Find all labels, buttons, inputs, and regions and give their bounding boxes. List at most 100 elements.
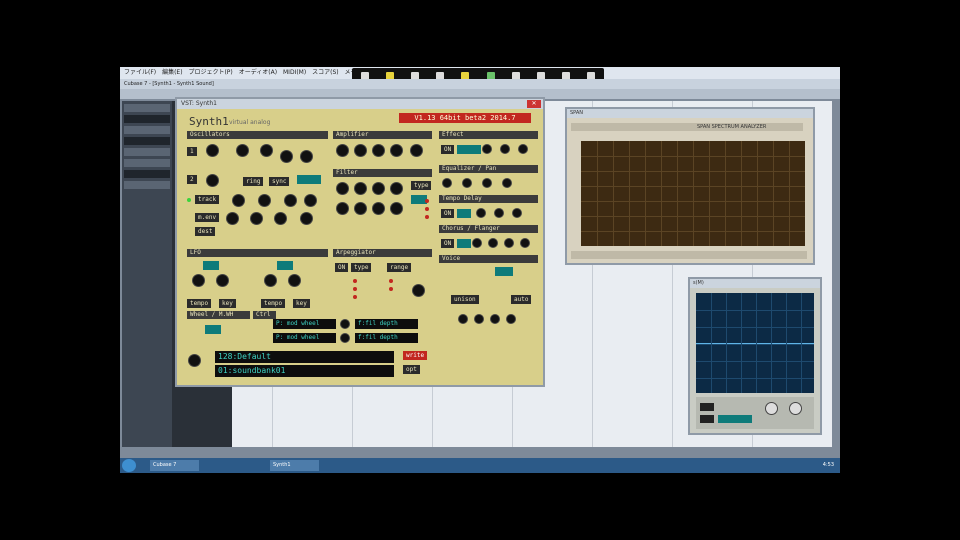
menu-midi[interactable]: MIDI(M) bbox=[283, 69, 306, 76]
eq-knob[interactable] bbox=[503, 179, 511, 187]
osc-knob[interactable] bbox=[207, 145, 218, 156]
arp-on-button[interactable]: ON bbox=[335, 263, 349, 272]
menu-project[interactable]: プロジェクト(P) bbox=[188, 69, 232, 76]
inspector-row[interactable] bbox=[124, 181, 170, 189]
menu-score[interactable]: スコア(S) bbox=[312, 69, 339, 76]
mod-env-button[interactable]: m.env bbox=[195, 213, 220, 222]
arp-range-button[interactable]: range bbox=[387, 263, 412, 272]
spectrum-toolbar[interactable]: SPAN SPECTRUM ANALYZER bbox=[571, 123, 803, 131]
filter-knob[interactable] bbox=[337, 183, 348, 194]
voice-count-display[interactable] bbox=[495, 267, 513, 276]
osc-knob[interactable] bbox=[285, 195, 296, 206]
filter-knob[interactable] bbox=[355, 203, 366, 214]
lfo-knob[interactable] bbox=[193, 275, 204, 286]
delay-knob[interactable] bbox=[495, 209, 503, 217]
ring-button[interactable]: ring bbox=[243, 177, 264, 186]
dest-button[interactable]: dest bbox=[195, 227, 216, 236]
effect-type-display[interactable] bbox=[457, 145, 481, 154]
lfo2-key-button[interactable]: key bbox=[293, 299, 310, 308]
scope-button[interactable] bbox=[700, 415, 714, 423]
track-button[interactable]: track bbox=[195, 195, 220, 204]
chorus-mode-display[interactable] bbox=[457, 239, 471, 248]
amp-attack-knob[interactable] bbox=[337, 145, 348, 156]
osc-knob[interactable] bbox=[233, 195, 244, 206]
taskbar-item-cubase[interactable]: Cubase 7 bbox=[150, 460, 199, 471]
taskbar-item-synth1[interactable]: Synth1 bbox=[270, 460, 319, 471]
osc-knob[interactable] bbox=[227, 213, 238, 224]
lfo1-tempo-button[interactable]: tempo bbox=[187, 299, 212, 308]
filter-knob[interactable] bbox=[391, 203, 402, 214]
bank-name-display[interactable]: 01:soundbank01 bbox=[215, 365, 394, 377]
amp-gain-knob[interactable] bbox=[411, 145, 422, 156]
arp-gate-knob[interactable] bbox=[413, 285, 424, 296]
synth-titlebar[interactable]: VST: Synth1 ✕ bbox=[177, 99, 543, 109]
filter-knob[interactable] bbox=[373, 183, 384, 194]
delay-knob[interactable] bbox=[513, 209, 521, 217]
eq-knob[interactable] bbox=[443, 179, 451, 187]
filter-knob[interactable] bbox=[355, 183, 366, 194]
ctrl-dest2-display[interactable]: P: mod wheel bbox=[273, 333, 336, 343]
osc-knob[interactable] bbox=[207, 175, 218, 186]
menu-file[interactable]: ファイル(F) bbox=[124, 69, 156, 76]
effect-knob[interactable] bbox=[501, 145, 509, 153]
amp-sustain-knob[interactable] bbox=[373, 145, 384, 156]
ctrl-val2-display[interactable]: f:fil depth bbox=[355, 333, 418, 343]
arp-type-button[interactable]: type bbox=[351, 263, 372, 272]
inspector-row[interactable] bbox=[124, 159, 170, 167]
effect-knob[interactable] bbox=[483, 145, 491, 153]
master-volume-knob[interactable] bbox=[189, 355, 200, 366]
filter-knob[interactable] bbox=[373, 203, 384, 214]
eq-knob[interactable] bbox=[483, 179, 491, 187]
filter-type-button[interactable]: type bbox=[411, 181, 432, 190]
osc-knob[interactable] bbox=[237, 145, 248, 156]
wheel-value-display[interactable] bbox=[205, 325, 221, 334]
auto-button[interactable]: auto bbox=[511, 295, 532, 304]
osc-knob[interactable] bbox=[259, 195, 270, 206]
effect-knob[interactable] bbox=[519, 145, 527, 153]
voice-knob[interactable] bbox=[491, 315, 499, 323]
inspector-row[interactable] bbox=[124, 115, 170, 123]
lfo2-tempo-button[interactable]: tempo bbox=[261, 299, 286, 308]
filter-knob[interactable] bbox=[337, 203, 348, 214]
menu-edit[interactable]: 編集(E) bbox=[162, 69, 182, 76]
delay-mode-display[interactable] bbox=[457, 209, 471, 218]
amp-release-knob[interactable] bbox=[391, 145, 402, 156]
lfo-knob[interactable] bbox=[217, 275, 228, 286]
osc-knob[interactable] bbox=[251, 213, 262, 224]
sync-button[interactable]: sync bbox=[269, 177, 290, 186]
amp-decay-knob[interactable] bbox=[355, 145, 366, 156]
chorus-knob[interactable] bbox=[473, 239, 481, 247]
filter-knob[interactable] bbox=[391, 183, 402, 194]
voice-knob[interactable] bbox=[475, 315, 483, 323]
lfo-knob[interactable] bbox=[289, 275, 300, 286]
chorus-on-button[interactable]: ON bbox=[441, 239, 455, 248]
osc-knob[interactable] bbox=[281, 151, 292, 162]
scope-display[interactable] bbox=[718, 415, 752, 423]
chorus-knob[interactable] bbox=[521, 239, 529, 247]
effect-on-button[interactable]: ON bbox=[441, 145, 455, 154]
ctrl-dest1-display[interactable]: P: mod wheel bbox=[273, 319, 336, 329]
unison-button[interactable]: unison bbox=[451, 295, 479, 304]
osc-knob[interactable] bbox=[261, 145, 272, 156]
delay-on-button[interactable]: ON bbox=[441, 209, 455, 218]
osc-knob[interactable] bbox=[301, 213, 312, 224]
osc-knob[interactable] bbox=[301, 151, 312, 162]
lfo1-key-button[interactable]: key bbox=[219, 299, 236, 308]
inspector-row[interactable] bbox=[124, 148, 170, 156]
osc-knob[interactable] bbox=[275, 213, 286, 224]
spectrum-titlebar[interactable]: SPAN bbox=[567, 109, 813, 118]
inspector-row[interactable] bbox=[124, 126, 170, 134]
start-button[interactable] bbox=[122, 459, 136, 472]
scope-knob[interactable] bbox=[766, 403, 777, 414]
inspector-row[interactable] bbox=[124, 170, 170, 178]
voice-knob[interactable] bbox=[459, 315, 467, 323]
opt-button[interactable]: opt bbox=[403, 365, 420, 374]
osc2-wave-display[interactable] bbox=[297, 175, 321, 184]
eq-knob[interactable] bbox=[463, 179, 471, 187]
voice-knob[interactable] bbox=[507, 315, 515, 323]
close-icon[interactable]: ✕ bbox=[527, 100, 541, 108]
chorus-knob[interactable] bbox=[489, 239, 497, 247]
inspector-row[interactable] bbox=[124, 104, 170, 112]
patch-name-display[interactable]: 128:Default bbox=[215, 351, 394, 363]
lfo2-wave-display[interactable] bbox=[277, 261, 293, 270]
